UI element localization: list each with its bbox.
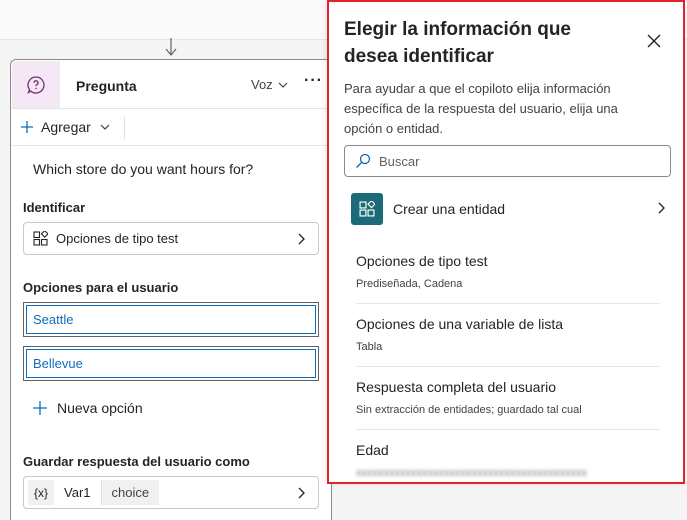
node-header: Pregunta Voz ··· <box>11 60 331 109</box>
mode-dropdown[interactable]: Voz <box>251 77 289 92</box>
chevron-right-icon <box>298 233 305 245</box>
option-set-icon <box>33 231 48 246</box>
question-icon <box>27 75 45 94</box>
identify-value: Opciones de tipo test <box>56 231 179 246</box>
entity-list: Opciones de tipo test Prediseñada, Caden… <box>356 241 660 482</box>
question-message[interactable]: Which store do you want hours for? <box>33 161 253 177</box>
more-icon[interactable]: ··· <box>304 72 323 90</box>
save-as-label: Guardar respuesta del usuario como <box>23 454 250 469</box>
entity-name: Edad <box>356 442 389 458</box>
plus-icon <box>21 121 33 133</box>
entity-meta: Prediseñada, Cadena <box>356 278 463 290</box>
mode-label: Voz <box>251 77 273 92</box>
option-input[interactable]: Bellevue <box>26 349 316 378</box>
entity-icon-box <box>351 193 383 225</box>
node-toolbar: Agregar <box>11 110 331 146</box>
list-item[interactable]: Edad xxxxxxxxxxxxxxxxxxxxxxxxxxxxxxxxxxx… <box>356 430 660 482</box>
option-item[interactable]: Seattle <box>23 302 319 337</box>
entity-meta: xxxxxxxxxxxxxxxxxxxxxxxxxxxxxxxxxxxxxxxx… <box>356 467 587 479</box>
plus-icon <box>33 401 47 415</box>
connector-arrow-icon <box>165 38 177 56</box>
entity-picker-panel: Elegir la información que desea identifi… <box>327 0 685 484</box>
list-item[interactable]: Opciones de una variable de lista Tabla <box>356 304 660 367</box>
chevron-right-icon <box>298 487 305 499</box>
identify-label: Identificar <box>23 200 86 215</box>
panel-description: Para ayudar a que el copiloto elija info… <box>344 81 618 136</box>
option-set-icon <box>359 201 375 217</box>
new-option-label: Nueva opción <box>57 400 143 416</box>
add-button[interactable]: Agregar <box>21 119 111 135</box>
create-entity-label: Crear una entidad <box>393 201 506 217</box>
list-item[interactable]: Respuesta completa del usuario Sin extra… <box>356 367 660 430</box>
chevron-down-icon <box>100 124 110 130</box>
create-entity-button[interactable]: Crear una entidad <box>351 192 669 226</box>
variable-selector[interactable]: {x} Var1 choice <box>23 476 319 509</box>
list-item[interactable]: Opciones de tipo test Prediseñada, Caden… <box>356 241 660 304</box>
node-title: Pregunta <box>76 78 137 94</box>
search-box[interactable] <box>344 145 671 177</box>
node-icon-box <box>12 61 60 108</box>
entity-meta: Sin extracción de entidades; guardado ta… <box>356 404 582 416</box>
search-icon <box>356 153 371 168</box>
panel-title: Elegir la información que desea identifi… <box>344 19 571 67</box>
chevron-right-icon <box>658 202 665 214</box>
search-input[interactable] <box>379 153 659 169</box>
new-option-button[interactable]: Nueva opción <box>33 400 143 416</box>
variable-type: choice <box>100 480 160 505</box>
option-input[interactable]: Seattle <box>26 305 316 334</box>
question-node: Pregunta Voz ··· Agregar Which store do … <box>10 59 332 520</box>
identify-selector[interactable]: Opciones de tipo test <box>23 222 319 255</box>
option-item[interactable]: Bellevue <box>23 346 319 381</box>
options-label: Opciones para el usuario <box>23 280 179 295</box>
variable-prefix: {x} <box>28 480 55 505</box>
entity-meta: Tabla <box>356 341 383 353</box>
variable-name: Var1 <box>64 485 91 500</box>
entity-name: Respuesta completa del usuario <box>356 379 557 395</box>
chevron-down-icon <box>278 82 288 88</box>
toolbar-divider <box>124 116 125 140</box>
close-icon[interactable] <box>645 32 663 50</box>
entity-name: Opciones de una variable de lista <box>356 316 564 332</box>
add-label: Agregar <box>41 119 91 135</box>
entity-name: Opciones de tipo test <box>356 253 488 269</box>
